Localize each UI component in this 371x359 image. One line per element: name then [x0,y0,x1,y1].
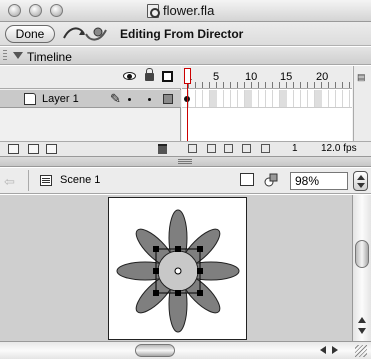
stage-pasteboard[interactable] [0,195,352,341]
frame-number: 20 [316,71,329,83]
lock-layers-icon[interactable] [145,68,154,81]
director-edit-bar: Done Editing From Director [0,22,371,46]
current-frame-readout: 1 [292,143,298,154]
modify-onion-markers-icon[interactable] [261,144,270,153]
scene-breadcrumb[interactable]: Scene 1 [60,174,100,186]
timeline-panel-title: Timeline [27,50,72,64]
delete-layer-trash-icon[interactable] [158,144,167,154]
insert-layer-icon[interactable] [8,144,19,154]
panel-grip-icon[interactable] [3,50,7,62]
layer-visibility-dot[interactable] [128,98,131,101]
vertical-scroll-thumb[interactable] [355,240,369,268]
window-resize-grip[interactable] [355,345,367,357]
roundtrip-edit-icon [63,27,107,41]
layer-lock-dot[interactable] [148,98,151,101]
layer-frame-row[interactable] [182,90,352,108]
collapse-triangle-icon[interactable] [13,52,23,59]
timeline-right-edge: ▤ [353,66,371,141]
timeline-footer: 1 12.0 fps [0,141,371,156]
show-outlines-icon[interactable] [162,71,173,82]
window-title-bar: flower.fla [0,0,371,22]
frame-view-menu-icon[interactable]: ▤ [357,72,366,83]
layer-icon [24,93,36,105]
vertical-scrollbar[interactable] [352,195,371,341]
layer-name[interactable]: Layer 1 [42,93,79,105]
layer-outline-color-swatch[interactable] [163,94,173,104]
frame-rate-readout: 12.0 fps [321,143,357,154]
onion-skin-icon[interactable] [207,144,216,153]
flash-document-icon [147,4,160,18]
onion-skin-outlines-icon[interactable] [224,144,233,153]
back-arrow-icon[interactable]: ⇦ [4,174,15,190]
editing-from-director-label: Editing From Director [120,27,244,41]
scroll-up-arrow-icon[interactable] [358,317,366,323]
horizontal-scroll-thumb[interactable] [135,344,175,357]
zoom-dropdown-button[interactable] [353,171,368,191]
splitter-grip-icon[interactable] [178,159,192,164]
scene-icon [40,175,52,186]
window-title: flower.fla [163,3,215,18]
timeline-panel-header[interactable]: Timeline [0,47,371,65]
layer-row[interactable]: Layer 1 ✎ [0,90,181,108]
playhead[interactable] [184,68,191,141]
show-hide-layers-eye-icon[interactable] [123,72,136,80]
edit-bar: ⇦ Scene 1 98% [0,168,371,194]
stage-canvas[interactable] [108,197,247,340]
done-button[interactable]: Done [5,25,55,43]
zoom-field[interactable]: 98% [290,172,348,190]
layer-header [0,66,181,89]
panel-splitter[interactable] [0,156,371,167]
pencil-edit-icon: ✎ [110,91,121,106]
scroll-left-arrow-icon[interactable] [320,346,326,354]
layer-list: Layer 1 ✎ [0,66,181,141]
frame-ruler[interactable]: 1 5 10 15 20 [182,66,352,89]
timeline-panel: Layer 1 ✎ 1 5 10 15 20 [0,66,371,156]
flower-drawing[interactable] [109,198,248,341]
minimize-window-button[interactable] [29,4,42,17]
center-frame-icon[interactable] [188,144,197,153]
scroll-right-arrow-icon[interactable] [332,346,338,354]
close-window-button[interactable] [8,4,21,17]
edit-multiple-frames-icon[interactable] [242,144,251,153]
scroll-down-arrow-icon[interactable] [358,328,366,334]
frame-grid[interactable]: 1 5 10 15 20 [182,66,352,141]
insert-layer-folder-icon[interactable] [46,144,57,154]
edit-symbols-icon[interactable] [264,172,279,187]
horizontal-scrollbar[interactable] [0,341,371,359]
add-motion-guide-icon[interactable] [28,144,39,154]
edit-scene-icon[interactable] [240,173,254,186]
zoom-window-button[interactable] [50,4,63,17]
